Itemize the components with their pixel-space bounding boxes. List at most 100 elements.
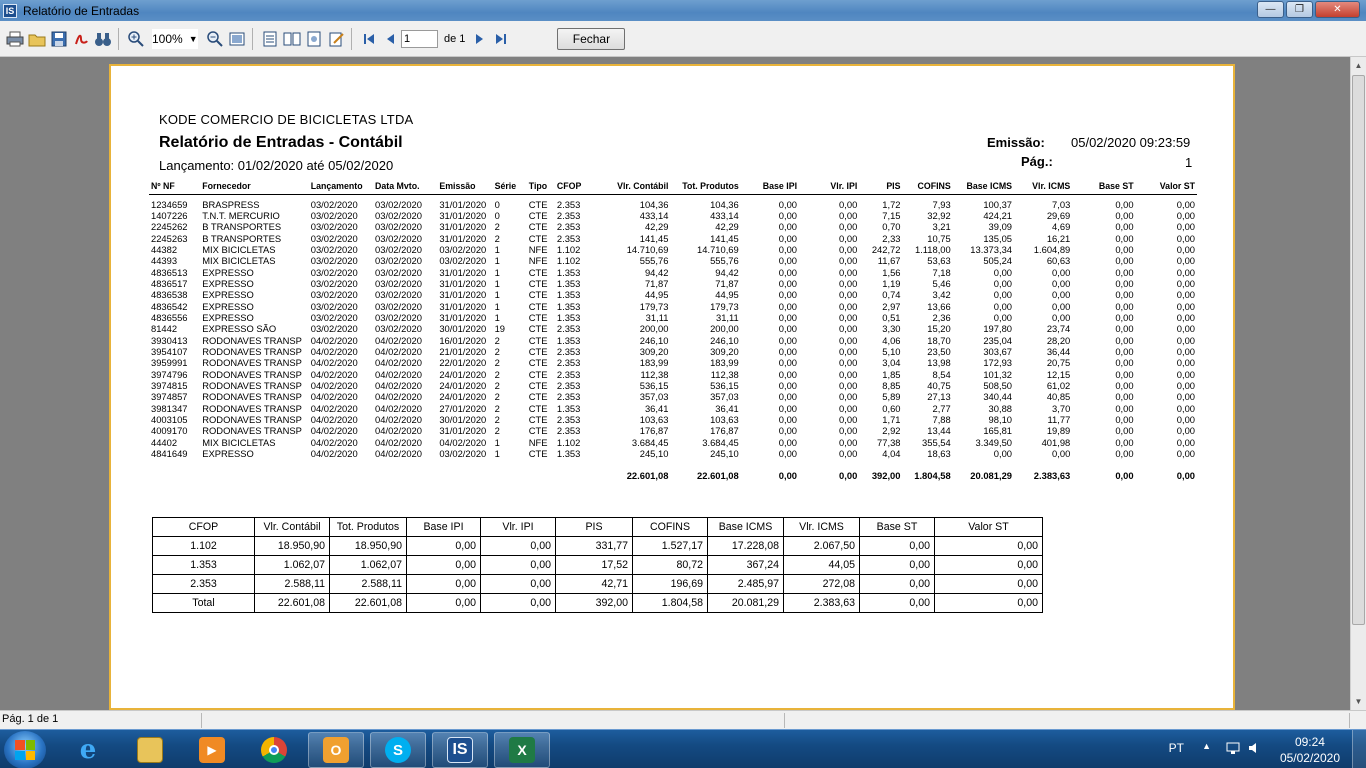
table-cell: 23,50 xyxy=(927,345,951,357)
table-cell: 1,56 xyxy=(882,266,901,278)
table-cell: 03/02/2020 xyxy=(375,266,422,278)
language-indicator[interactable]: PT xyxy=(1169,741,1184,755)
last-page-icon[interactable] xyxy=(490,28,511,49)
taskbar-chrome[interactable] xyxy=(246,732,302,768)
volume-icon[interactable] xyxy=(1248,741,1262,758)
table-cell: 2.353 xyxy=(556,380,581,391)
empty-cell xyxy=(200,459,309,481)
media-player-icon: ▶ xyxy=(199,737,225,763)
cfop-summary-table: CFOP Vlr. Contábil Tot. Produtos Base IPI Vl… xyxy=(152,517,1043,613)
table-cell: 29,69 xyxy=(1046,209,1071,221)
table-cell: 4003105 xyxy=(151,414,188,426)
table-cell: MIX BICICLETAS xyxy=(202,243,276,255)
table-cell: 4836542 xyxy=(151,300,188,312)
minimize-button[interactable]: — xyxy=(1257,1,1284,18)
table-cell: 03/02/2020 xyxy=(375,198,422,210)
zoom-in-icon[interactable] xyxy=(125,28,146,49)
taskbar-is-app[interactable]: IS xyxy=(432,732,488,768)
table-cell: 0,00 xyxy=(839,414,858,426)
table-cell: 1 xyxy=(494,266,500,278)
table-cell: 44393 xyxy=(151,255,178,267)
taskbar-outlook[interactable]: O xyxy=(308,732,364,768)
table-cell: 0,00 xyxy=(1115,323,1134,335)
table-cell: 179,73 xyxy=(710,300,739,312)
table-cell: 4836513 xyxy=(151,266,188,278)
scroll-thumb[interactable] xyxy=(1352,75,1365,625)
scroll-down-icon[interactable]: ▼ xyxy=(1351,693,1366,710)
summary-cell: 1.527,17 xyxy=(632,536,708,556)
start-button[interactable] xyxy=(4,731,46,768)
taskbar-excel[interactable]: X xyxy=(494,732,550,768)
table-cell: 03/02/2020 xyxy=(310,300,358,312)
show-hidden-icons-icon[interactable]: ▲ xyxy=(1202,741,1211,751)
table-cell: 03/02/2020 xyxy=(310,323,358,335)
two-pages-icon[interactable] xyxy=(281,28,302,49)
previous-page-icon[interactable] xyxy=(380,28,401,49)
page-number-input[interactable] xyxy=(401,29,438,48)
empty-cell xyxy=(373,459,437,481)
page-setup-icon[interactable] xyxy=(303,28,324,49)
full-page-icon[interactable] xyxy=(226,28,247,49)
table-cell: 12,15 xyxy=(1046,368,1071,380)
taskbar-media-player[interactable]: ▶ xyxy=(184,732,240,768)
table-cell: 0,00 xyxy=(1115,425,1134,437)
table-cell: RODONAVES TRANSP xyxy=(202,368,302,380)
show-desktop-button[interactable] xyxy=(1352,730,1366,768)
table-cell: 24/01/2020 xyxy=(439,380,487,391)
page-label: Pág.: xyxy=(1021,154,1053,169)
edit-report-icon[interactable] xyxy=(325,28,346,49)
open-folder-icon[interactable] xyxy=(26,28,47,49)
table-cell: 36,41 xyxy=(715,402,739,414)
save-icon[interactable] xyxy=(48,28,69,49)
table-cell: CTE xyxy=(528,198,548,210)
table-cell: 03/02/2020 xyxy=(310,311,358,323)
print-icon[interactable] xyxy=(4,28,25,49)
table-cell: 3959991 xyxy=(151,357,188,369)
scroll-up-icon[interactable]: ▲ xyxy=(1351,57,1366,74)
table-cell: 2 xyxy=(494,414,500,426)
summary-column-header: COFINS xyxy=(632,517,708,537)
first-page-icon[interactable] xyxy=(358,28,379,49)
table-cell: 103,63 xyxy=(710,414,739,426)
summary-cell: 0,00 xyxy=(480,593,556,613)
close-report-button[interactable]: Fechar xyxy=(557,27,626,50)
table-cell: 0,00 xyxy=(778,448,798,460)
taskbar-explorer[interactable] xyxy=(122,732,178,768)
table-cell: 176,87 xyxy=(639,425,669,437)
table-cell: 2 xyxy=(494,391,500,403)
taskbar-skype[interactable]: S xyxy=(370,732,426,768)
table-cell: 401,98 xyxy=(1041,436,1071,448)
page-width-icon[interactable] xyxy=(259,28,280,49)
table-cell: 0,00 xyxy=(993,277,1013,289)
table-cell: 555,76 xyxy=(710,255,739,267)
summary-column-header: Vlr. IPI xyxy=(480,517,556,537)
zoom-select[interactable]: 100% ▼ xyxy=(152,28,198,49)
zoom-out-icon[interactable] xyxy=(204,28,225,49)
table-cell: 0,00 xyxy=(839,323,858,335)
table-cell: 1.353 xyxy=(556,300,581,312)
table-cell: 31,11 xyxy=(645,311,669,323)
table-cell: 11,67 xyxy=(877,255,901,267)
pdf-export-icon[interactable] xyxy=(70,28,91,49)
maximize-button[interactable]: ❐ xyxy=(1286,1,1313,18)
table-cell: 246,10 xyxy=(639,334,669,346)
system-clock[interactable]: 09:24 05/02/2020 xyxy=(1280,734,1340,766)
summary-cell: 17.228,08 xyxy=(707,536,784,556)
next-page-icon[interactable] xyxy=(468,28,489,49)
table-cell: 0,00 xyxy=(1115,368,1134,380)
table-cell: 4836556 xyxy=(151,311,188,323)
network-icon[interactable] xyxy=(1226,741,1240,758)
table-cell: 0,00 xyxy=(1115,436,1134,448)
table-cell: 2,97 xyxy=(882,300,901,312)
table-cell: 103,63 xyxy=(639,414,669,426)
summary-cell: 2.353 xyxy=(152,574,255,594)
taskbar-internet-explorer[interactable]: e xyxy=(60,732,116,768)
table-cell: 0,00 xyxy=(778,221,798,233)
table-cell: 0,00 xyxy=(1115,255,1134,267)
close-button[interactable]: ✕ xyxy=(1315,1,1360,18)
binoculars-icon[interactable] xyxy=(92,28,113,49)
table-cell: 44,95 xyxy=(715,289,739,301)
window-title: Relatório de Entradas xyxy=(23,3,140,18)
table-cell: 433,14 xyxy=(639,209,669,221)
vertical-scrollbar[interactable]: ▲ ▼ xyxy=(1350,57,1366,710)
